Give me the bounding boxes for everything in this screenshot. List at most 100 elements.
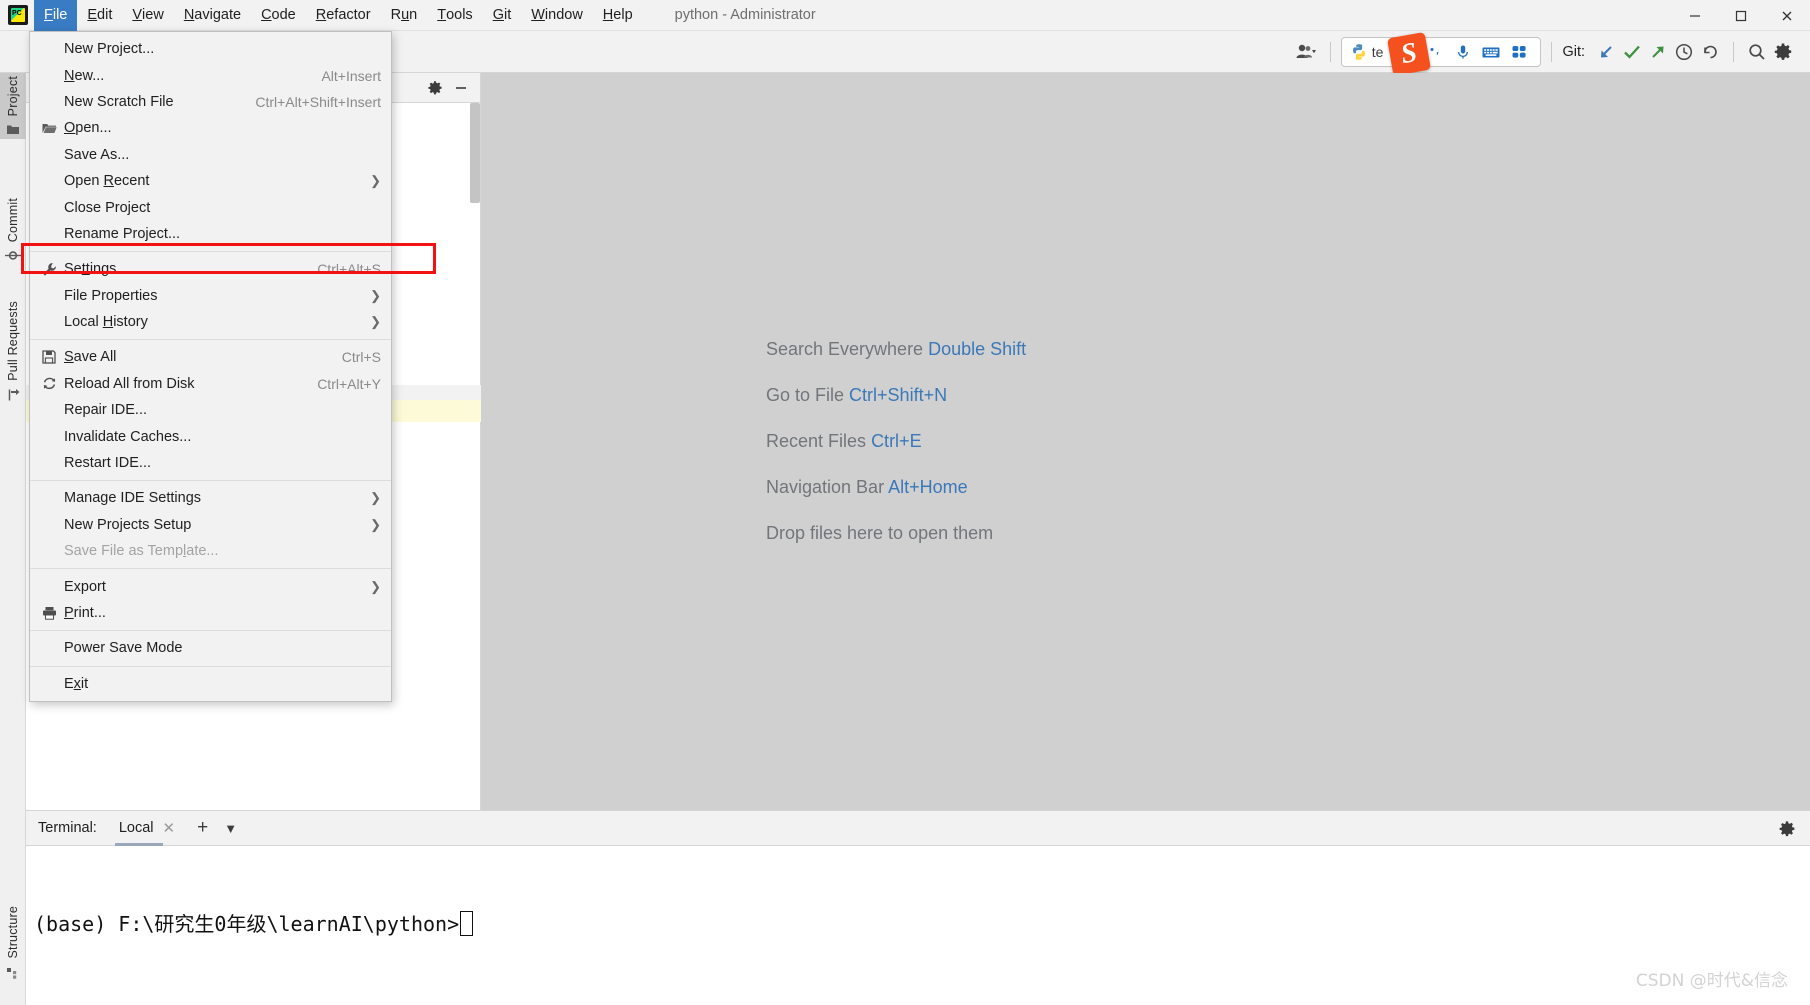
watermark: CSDN @时代&信念 bbox=[1635, 971, 1788, 991]
hint-shortcut: Ctrl+E bbox=[871, 431, 922, 451]
gear-icon[interactable] bbox=[1778, 820, 1796, 843]
menu-item-export[interactable]: Export ❯ bbox=[30, 573, 391, 599]
menu-item-label: File Properties bbox=[64, 287, 158, 304]
window-controls[interactable] bbox=[1672, 0, 1810, 31]
menu-item-label: Exit bbox=[64, 675, 89, 692]
menu-item-invalidate-caches[interactable]: Invalidate Caches... bbox=[30, 423, 391, 449]
menu-item-new-projects-setup[interactable]: New Projects Setup ❯ bbox=[30, 512, 391, 538]
menu-file-label: ile bbox=[52, 6, 68, 23]
close-icon[interactable] bbox=[1764, 0, 1810, 31]
ime-input-text: te bbox=[1371, 43, 1384, 60]
menu-help[interactable]: Help bbox=[593, 0, 643, 31]
menu-item-rename-project[interactable]: Rename Project... bbox=[30, 221, 391, 247]
apps-grid-icon[interactable] bbox=[1506, 40, 1532, 64]
menu-run[interactable]: Run bbox=[381, 0, 428, 31]
editor-empty-state: Search Everywhere Double Shift Go to Fil… bbox=[481, 73, 1810, 810]
sogou-ime-toolbar[interactable]: te 英 bbox=[1340, 31, 1542, 76]
terminal-tab-local[interactable]: Local ✕ bbox=[114, 811, 179, 846]
hint-label: Go to File bbox=[766, 385, 845, 405]
sidebar-item-project[interactable]: Project bbox=[0, 73, 26, 140]
hint-label: Drop files here to open them bbox=[766, 523, 994, 543]
menu-item-save-as[interactable]: Save As... bbox=[30, 142, 391, 168]
menu-item-label: New Projects Setup bbox=[64, 516, 192, 533]
menu-navigate[interactable]: Navigate bbox=[174, 0, 251, 31]
sidebar-item-pull-requests[interactable]: Pull Requests bbox=[0, 298, 26, 405]
sogou-ime-logo[interactable]: S bbox=[1386, 31, 1431, 76]
menu-item-label: Save As... bbox=[64, 146, 130, 163]
minimize-panel-icon[interactable] bbox=[448, 75, 474, 101]
folder-icon bbox=[6, 123, 20, 139]
menu-item-print[interactable]: Print... bbox=[30, 600, 391, 626]
menu-item-settings[interactable]: Settings... Ctrl+Alt+S bbox=[30, 256, 391, 282]
hint-navigation-bar: Navigation Bar Alt+Home bbox=[766, 477, 1810, 498]
close-tab-icon[interactable]: ✕ bbox=[163, 819, 176, 837]
menu-item-open-recent[interactable]: Open Recent ❯ bbox=[30, 168, 391, 194]
pycharm-window: PC File Edit View Navigate Code Refactor… bbox=[0, 0, 1810, 1005]
chevron-down-icon[interactable]: ▼ bbox=[224, 821, 237, 836]
history-clock-icon[interactable] bbox=[1671, 38, 1697, 66]
keyboard-icon[interactable] bbox=[1478, 40, 1504, 64]
pull-icon[interactable] bbox=[1593, 38, 1619, 66]
menu-view[interactable]: View bbox=[122, 0, 173, 31]
push-icon[interactable] bbox=[1645, 38, 1671, 66]
menu-item-label: Local History bbox=[64, 314, 148, 331]
menu-item-label: Export bbox=[64, 578, 106, 595]
project-scrollbar[interactable] bbox=[470, 103, 480, 203]
sidebar-item-commit-label: Commit bbox=[6, 198, 20, 243]
menu-item-label: Save All bbox=[64, 349, 117, 366]
menu-item-close-project[interactable]: Close Project bbox=[30, 194, 391, 220]
menu-item-label: Invalidate Caches... bbox=[64, 428, 192, 445]
menu-item-new-scratch-file[interactable]: New Scratch File Ctrl+Alt+Shift+Insert bbox=[30, 89, 391, 115]
menu-item-label: Manage IDE Settings bbox=[64, 490, 202, 507]
menu-item-local-history[interactable]: Local History ❯ bbox=[30, 309, 391, 335]
menu-item-restart-ide[interactable]: Restart IDE... bbox=[30, 450, 391, 476]
user-avatar-icon[interactable] bbox=[1294, 38, 1320, 66]
menu-item-exit[interactable]: Exit bbox=[30, 671, 391, 697]
search-icon[interactable] bbox=[1744, 38, 1770, 66]
maximize-icon[interactable] bbox=[1718, 0, 1764, 31]
file-menu-dropdown[interactable]: New Project... New... Alt+Insert New Scr… bbox=[29, 31, 392, 702]
hint-search-everywhere: Search Everywhere Double Shift bbox=[766, 339, 1810, 360]
folder-open-icon bbox=[38, 122, 60, 135]
gear-icon[interactable] bbox=[422, 75, 448, 101]
terminal-output[interactable]: (base) F:\研究生0年级\learnAI\python> bbox=[26, 846, 1810, 1005]
menu-git[interactable]: Git bbox=[483, 0, 522, 31]
menu-item-manage-ide-settings[interactable]: Manage IDE Settings ❯ bbox=[30, 485, 391, 511]
menu-item-file-properties[interactable]: File Properties ❯ bbox=[30, 283, 391, 309]
menu-item-new[interactable]: New... Alt+Insert bbox=[30, 62, 391, 88]
menu-tools[interactable]: Tools bbox=[427, 0, 482, 31]
sidebar-item-structure-label: Structure bbox=[6, 906, 20, 959]
menu-refactor[interactable]: Refactor bbox=[306, 0, 381, 31]
menu-bar[interactable]: File Edit View Navigate Code Refactor Ru… bbox=[34, 0, 643, 31]
menu-item-reload-all-from-disk[interactable]: Reload All from Disk Ctrl+Alt+Y bbox=[30, 371, 391, 397]
pull-request-icon bbox=[6, 388, 20, 405]
menu-item-open[interactable]: Open... bbox=[30, 115, 391, 141]
menu-item-repair-ide[interactable]: Repair IDE... bbox=[30, 397, 391, 423]
microphone-icon[interactable] bbox=[1450, 40, 1476, 64]
sidebar-item-commit[interactable]: Commit bbox=[0, 195, 26, 265]
add-tab-icon[interactable]: + bbox=[197, 817, 208, 839]
save-icon bbox=[38, 350, 60, 365]
menu-item-label: Settings... bbox=[64, 261, 129, 278]
menu-separator bbox=[30, 480, 391, 482]
git-label: Git: bbox=[1562, 43, 1585, 60]
chevron-right-icon: ❯ bbox=[370, 516, 381, 532]
wrench-icon bbox=[38, 262, 60, 277]
rollback-undo-icon[interactable] bbox=[1697, 38, 1723, 66]
hint-label: Navigation Bar bbox=[766, 477, 885, 497]
menu-item-label: Open Recent bbox=[64, 173, 150, 190]
menu-item-label: Reload All from Disk bbox=[64, 375, 195, 392]
gear-icon[interactable] bbox=[1770, 38, 1796, 66]
menu-file[interactable]: File bbox=[34, 0, 78, 31]
menu-edit[interactable]: Edit bbox=[77, 0, 122, 31]
sidebar-item-structure[interactable]: Structure bbox=[0, 903, 26, 983]
menu-item-label: Repair IDE... bbox=[64, 402, 147, 419]
menu-separator bbox=[30, 251, 391, 253]
menu-code[interactable]: Code bbox=[251, 0, 306, 31]
menu-item-new-project[interactable]: New Project... bbox=[30, 36, 391, 62]
menu-item-save-all[interactable]: Save All Ctrl+S bbox=[30, 344, 391, 370]
minimize-icon[interactable] bbox=[1672, 0, 1718, 31]
menu-window[interactable]: Window bbox=[521, 0, 593, 31]
commit-check-icon[interactable] bbox=[1619, 38, 1645, 66]
menu-item-power-save-mode[interactable]: Power Save Mode bbox=[30, 635, 391, 661]
